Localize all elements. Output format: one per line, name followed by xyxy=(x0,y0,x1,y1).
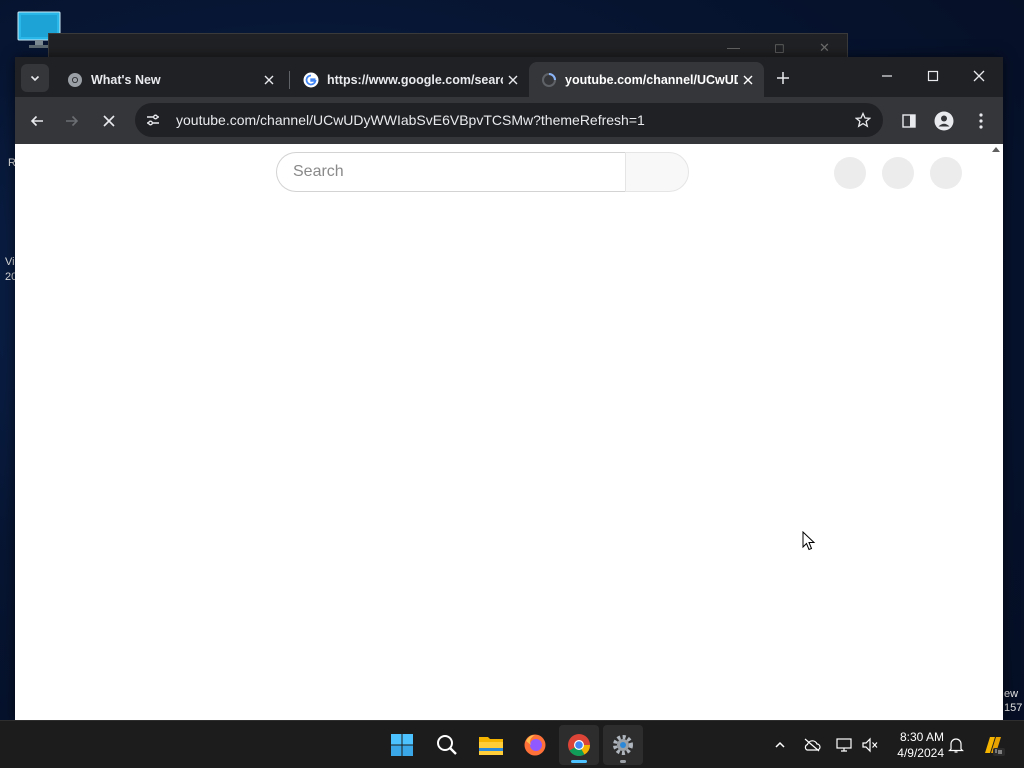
google-icon xyxy=(303,72,319,87)
back-button[interactable] xyxy=(23,107,51,135)
windows-logo-icon xyxy=(391,734,413,756)
side-panel-button[interactable] xyxy=(895,107,923,135)
desktop-edge-text: ew xyxy=(1004,688,1019,700)
more-vert-icon xyxy=(979,113,983,129)
show-hidden-icons-button[interactable] xyxy=(768,733,792,757)
desktop-edge-text: 157 xyxy=(1004,702,1023,714)
new-tab-button[interactable] xyxy=(771,66,795,90)
stop-loading-button[interactable] xyxy=(95,107,123,135)
tab-search-button[interactable] xyxy=(21,64,49,92)
clock-time: 8:30 AM xyxy=(899,730,944,744)
close-window-button[interactable] xyxy=(959,63,999,89)
running-indicator xyxy=(620,760,626,763)
browser-toolbar: youtube.com/channel/UCwUDyWWIabSvE6VBpvT… xyxy=(15,97,1003,144)
taskbar: 8:30 AM 4/9/2024 xyxy=(0,720,1024,768)
address-url[interactable]: youtube.com/channel/UCwUDyWWIabSvE6VBpvT… xyxy=(176,112,645,128)
chrome-icon xyxy=(68,72,82,87)
profile-icon xyxy=(934,111,954,131)
youtube-search-box[interactable] xyxy=(276,152,626,192)
bookmark-star-icon[interactable] xyxy=(849,106,877,134)
firefox-icon xyxy=(524,734,546,756)
profile-button[interactable] xyxy=(930,107,958,135)
copilot-preview-button[interactable] xyxy=(980,733,1006,757)
maximize-button[interactable] xyxy=(913,63,953,89)
bell-icon xyxy=(948,738,964,753)
close-icon xyxy=(973,70,985,82)
placeholder-circle[interactable] xyxy=(882,157,914,189)
maximize-icon xyxy=(927,70,939,82)
search-button[interactable] xyxy=(625,152,689,192)
tab-youtube-channel[interactable]: youtube.com/channel/UCwUDyWWlabSvE6VBpvT… xyxy=(529,62,764,97)
speaker-muted-icon xyxy=(862,737,878,753)
tab-strip: What's New https://www.google.com/search… xyxy=(15,57,1003,97)
active-indicator xyxy=(571,760,587,763)
side-panel-icon xyxy=(902,114,916,128)
placeholder-circle[interactable] xyxy=(930,157,962,189)
firefox-button[interactable] xyxy=(515,725,555,765)
settings-gear-icon xyxy=(613,735,633,755)
page-content xyxy=(15,144,1003,720)
notifications-button[interactable] xyxy=(944,733,968,757)
folder-icon xyxy=(479,737,503,755)
address-bar[interactable]: youtube.com/channel/UCwUDyWWIabSvE6VBpvT… xyxy=(135,103,883,137)
chrome-window: What's New https://www.google.com/search… xyxy=(15,57,1003,720)
loading-spinner-icon xyxy=(542,72,556,87)
menu-button[interactable] xyxy=(967,107,995,135)
taskbar-search-button[interactable] xyxy=(427,725,467,765)
tab-google-search[interactable]: https://www.google.com/search xyxy=(291,62,529,97)
minimize-button[interactable] xyxy=(867,63,907,89)
close-tab-icon[interactable] xyxy=(259,70,279,90)
network-icon xyxy=(836,738,852,752)
stop-x-icon xyxy=(103,115,115,127)
plus-icon xyxy=(777,72,789,84)
close-tab-icon[interactable] xyxy=(738,70,758,90)
tab-separator xyxy=(289,71,290,89)
onedrive-tray-button[interactable] xyxy=(800,733,824,757)
settings-taskbar-button[interactable] xyxy=(603,725,643,765)
chrome-taskbar-button[interactable] xyxy=(559,725,599,765)
search-input[interactable] xyxy=(293,163,613,181)
minimize-icon[interactable]: — xyxy=(727,40,740,55)
copilot-icon xyxy=(985,737,1005,756)
cloud-offline-icon xyxy=(804,738,821,752)
arrow-right-icon xyxy=(66,115,79,127)
file-explorer-button[interactable] xyxy=(471,725,511,765)
forward-button[interactable] xyxy=(58,107,86,135)
network-tray-button[interactable] xyxy=(832,733,856,757)
chrome-icon xyxy=(568,734,590,756)
tab-title: https://www.google.com/search xyxy=(327,72,503,87)
minimize-icon xyxy=(882,75,892,77)
tab-title: youtube.com/channel/UCwUDyWWlabSvE6VBpvT… xyxy=(565,72,738,87)
placeholder-circle[interactable] xyxy=(834,157,866,189)
site-info-icon[interactable] xyxy=(139,106,167,134)
scroll-up-arrow[interactable] xyxy=(992,147,1000,152)
tab-title: What's New xyxy=(91,72,161,87)
volume-tray-button[interactable] xyxy=(858,733,882,757)
mouse-cursor-icon xyxy=(802,530,816,556)
search-icon xyxy=(437,735,457,755)
start-button[interactable] xyxy=(382,725,422,765)
chevron-up-icon xyxy=(775,741,785,748)
maximize-icon[interactable]: ◻ xyxy=(774,40,785,56)
desktop-edge-text: Vi xyxy=(5,256,15,268)
taskbar-clock[interactable]: 8:30 AM 4/9/2024 xyxy=(888,729,944,761)
tab-whats-new[interactable]: What's New xyxy=(55,62,285,97)
close-icon[interactable]: ✕ xyxy=(819,40,830,56)
clock-date: 4/9/2024 xyxy=(897,746,944,760)
close-tab-icon[interactable] xyxy=(503,70,523,90)
arrow-left-icon xyxy=(30,115,43,127)
chevron-down-icon xyxy=(30,75,40,82)
